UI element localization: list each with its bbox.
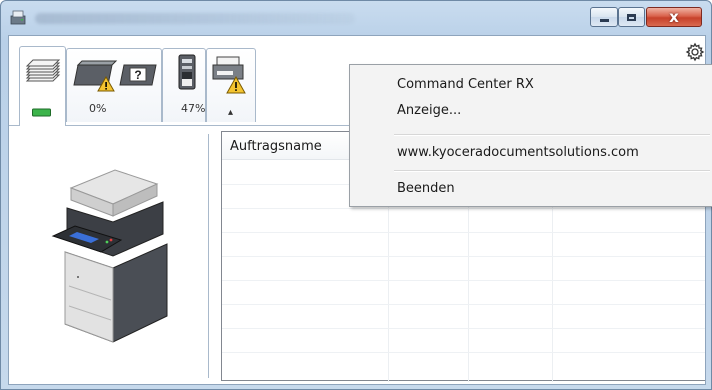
row-separator <box>222 304 705 305</box>
menu-separator <box>394 170 710 172</box>
tab-toner[interactable]: ? 0% <box>66 48 162 122</box>
toner-percentage: 0% <box>89 102 107 115</box>
close-button[interactable]: x <box>646 7 702 27</box>
printer-image <box>51 169 168 343</box>
tab-paper[interactable]: 47% <box>162 48 206 122</box>
maximize-icon <box>627 13 636 21</box>
svg-text:?: ? <box>134 68 141 82</box>
row-separator <box>222 280 705 281</box>
document-stack-icon <box>25 59 61 82</box>
maximize-button[interactable] <box>618 7 645 27</box>
row-separator <box>222 256 705 257</box>
toner-level-indicator-icon <box>32 108 51 117</box>
minimize-button[interactable] <box>590 7 618 27</box>
column-header-job-name[interactable]: Auftragsname <box>230 139 322 154</box>
close-icon: x <box>669 7 679 26</box>
context-menu: Command Center RX Anzeige... www.kyocera… <box>349 64 712 207</box>
row-separator <box>222 328 705 329</box>
collapse-arrow-icon[interactable]: ▴ <box>228 108 233 118</box>
window-title-blurred <box>35 13 355 24</box>
menu-item-command-center[interactable]: Command Center RX <box>351 73 712 97</box>
menu-separator <box>394 134 710 136</box>
panel-divider <box>208 134 209 378</box>
printer-warning-icon <box>212 56 246 94</box>
row-separator <box>222 232 705 233</box>
title-bar[interactable]: x <box>1 1 711 35</box>
minimize-icon <box>599 19 609 22</box>
menu-item-website[interactable]: www.kyoceradocumentsolutions.com <box>351 141 712 165</box>
row-separator <box>222 352 705 353</box>
gear-icon[interactable] <box>685 42 705 62</box>
row-separator <box>222 208 705 209</box>
paper-percentage: 47% <box>181 102 206 115</box>
toner-warning-icon: ? <box>73 60 157 92</box>
app-icon <box>10 10 26 25</box>
tab-print-jobs[interactable] <box>19 46 66 126</box>
menu-item-exit[interactable]: Beenden <box>351 177 712 201</box>
menu-item-display[interactable]: Anzeige... <box>351 99 712 123</box>
paper-tray-icon <box>178 54 196 90</box>
